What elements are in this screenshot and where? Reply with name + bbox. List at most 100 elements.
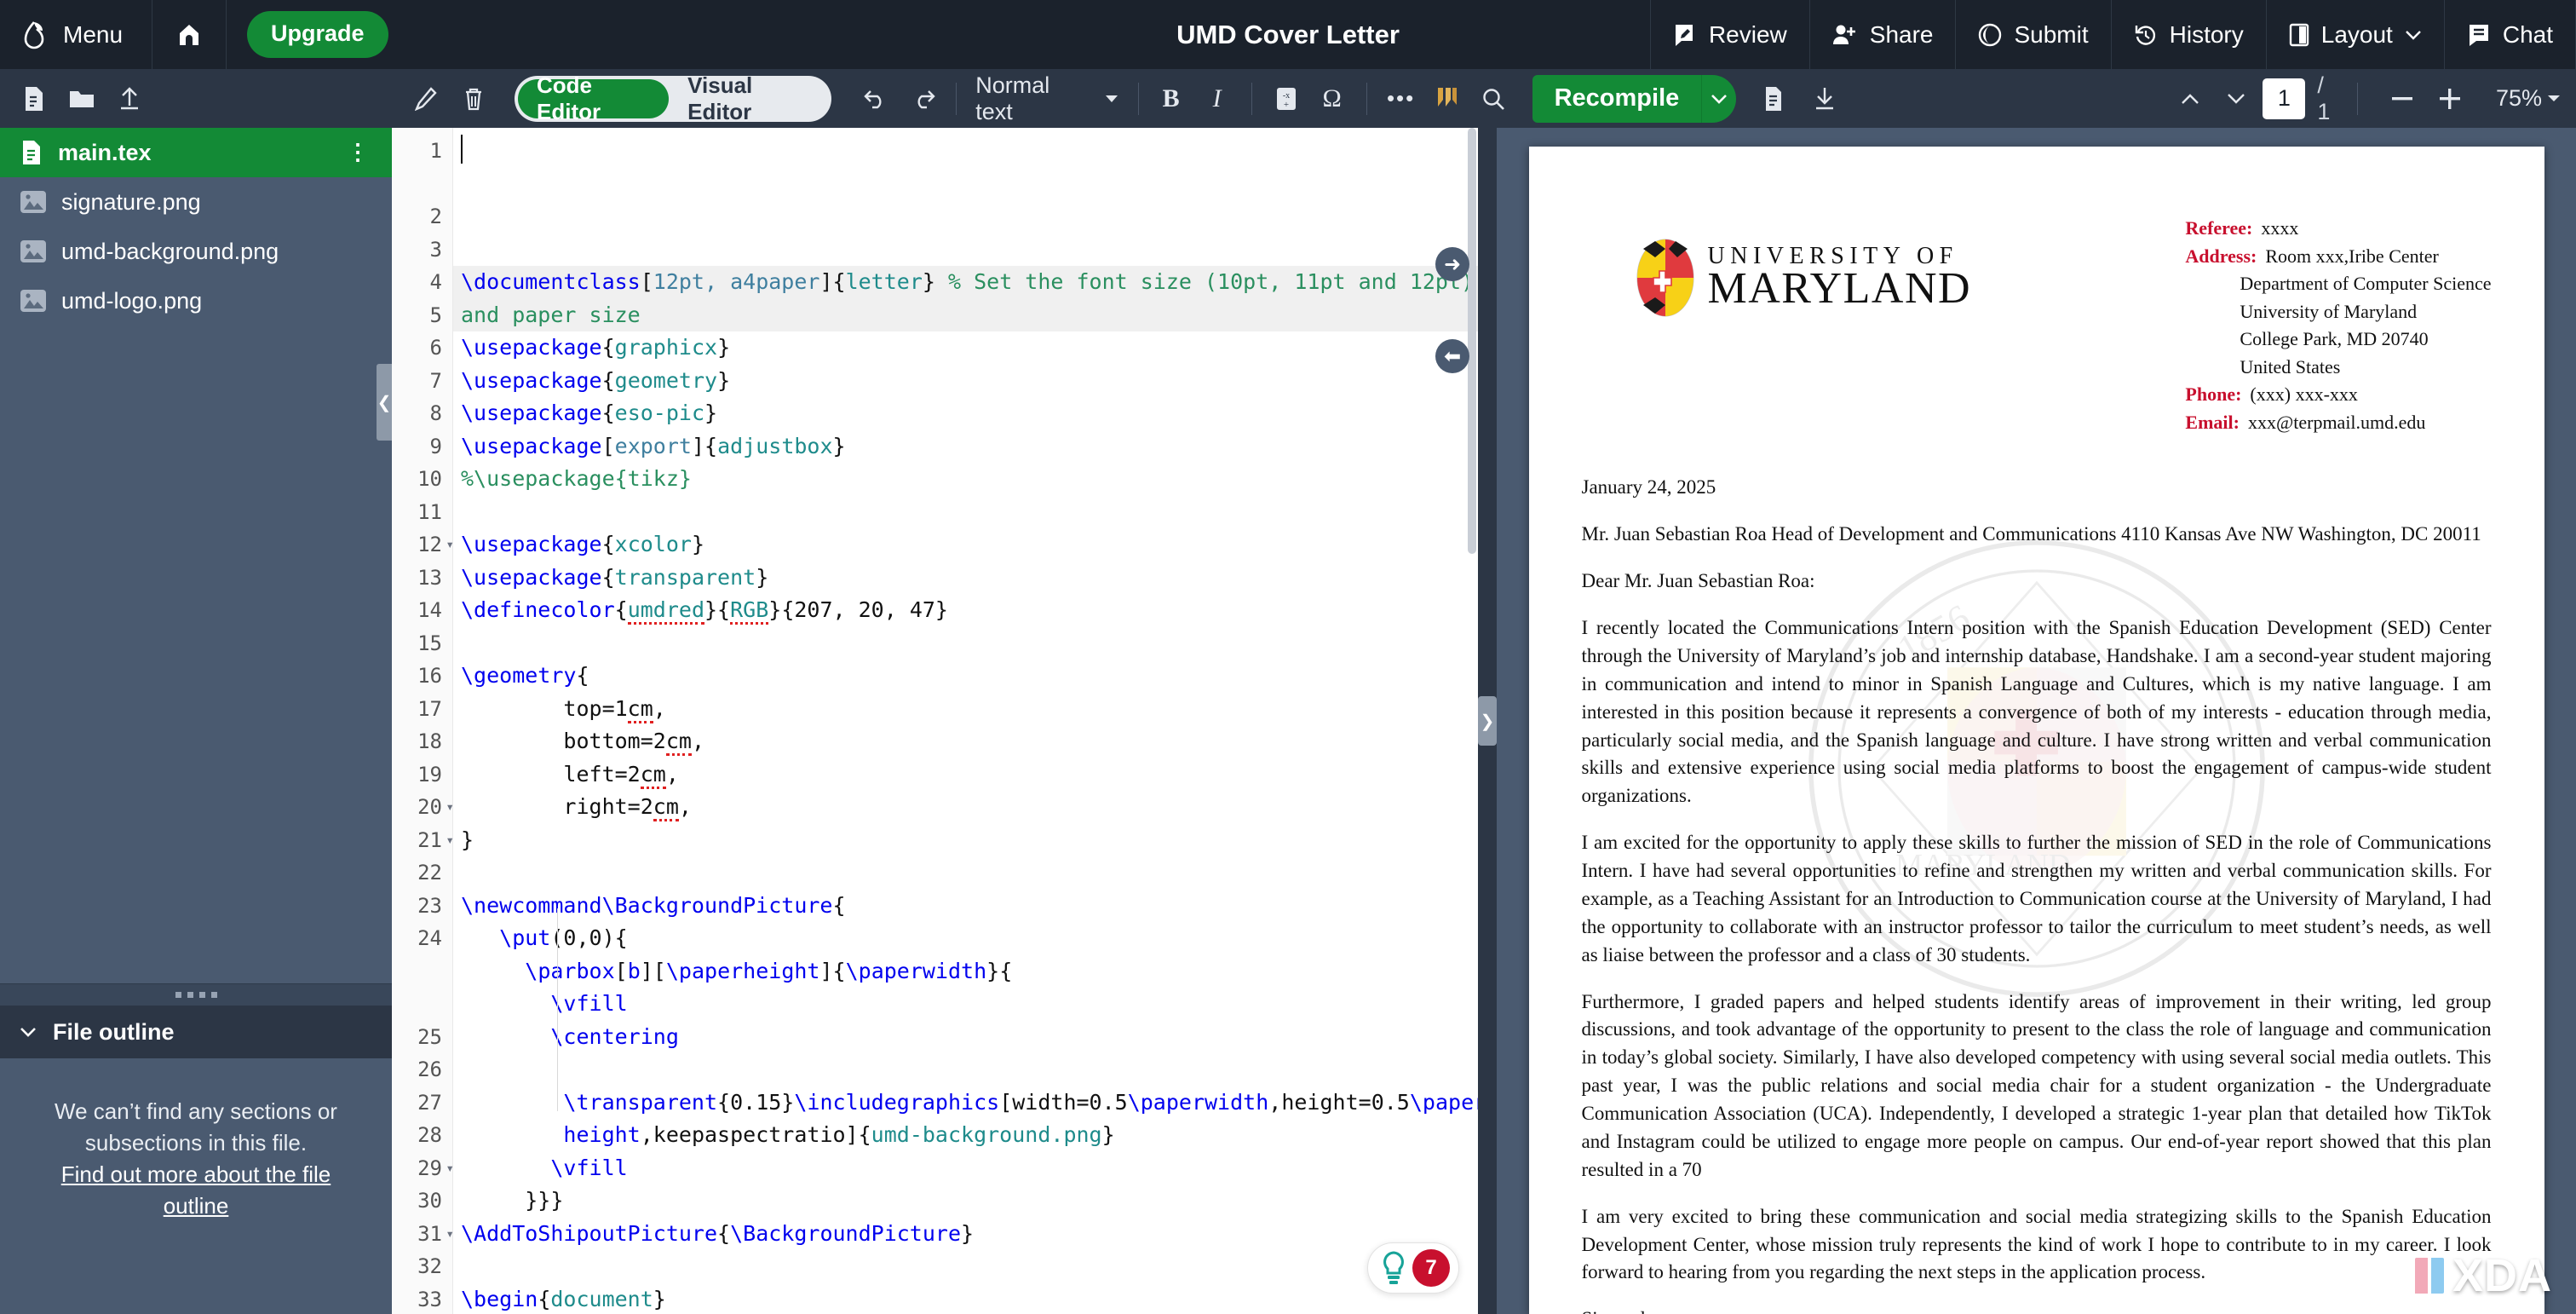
code-line[interactable]: \AddToShipoutPicture{\BackgroundPicture}	[453, 1218, 1478, 1251]
scrollbar-thumb[interactable]	[1468, 128, 1476, 554]
file-outline-header[interactable]: File outline	[0, 1006, 392, 1058]
zoom-in-button[interactable]	[2428, 77, 2472, 121]
pane-resize-divider[interactable]: ❯	[1478, 128, 1497, 1314]
code-line[interactable]: right=2cm,	[453, 791, 1478, 824]
zoom-level-select[interactable]: 75%	[2496, 85, 2576, 112]
math-button[interactable]: -x +	[1264, 77, 1308, 121]
text-style-select[interactable]: Normal text	[967, 72, 1127, 125]
bookmark-button[interactable]	[1425, 77, 1469, 121]
chat-button[interactable]: Chat	[2445, 0, 2576, 69]
code-content[interactable]: \documentclass[12pt, a4paper]{letter} % …	[453, 128, 1478, 1314]
code-line[interactable]: \vfill	[453, 988, 1478, 1021]
file-item-umd-logo-png[interactable]: umd-logo.png	[0, 276, 392, 326]
delete-button[interactable]	[451, 77, 496, 121]
tab-visual-editor[interactable]: Visual Editor	[669, 72, 828, 124]
line-number: 14	[417, 598, 442, 622]
file-item-main-tex[interactable]: main.tex ⋮	[0, 128, 392, 177]
code-editor-pane[interactable]: 1 2 3 4 5 6 7 8 9 10 11 12 ▾ 13 14 15 16 17 18 19 20 ▾ 21 ▾ 22 23…	[392, 128, 1478, 1314]
share-button[interactable]: Share	[1810, 0, 1957, 69]
code-line[interactable]: \usepackage{xcolor}	[453, 528, 1478, 562]
layout-button[interactable]: Layout	[2267, 0, 2445, 69]
sync-to-code-button[interactable]: ⬅	[1435, 339, 1469, 373]
file-item-umd-background-png[interactable]: umd-background.png	[0, 227, 392, 276]
view-logs-button[interactable]	[1751, 77, 1796, 121]
code-line[interactable]: \newcommand\BackgroundPicture{	[453, 890, 1478, 923]
bold-button[interactable]: B	[1149, 77, 1193, 121]
home-button[interactable]	[152, 0, 227, 69]
pane-divider-grip[interactable]: ❯	[1478, 696, 1497, 746]
code-line[interactable]: }}}	[453, 1184, 1478, 1218]
recompile-button[interactable]: Recompile	[1532, 74, 1702, 123]
editor-mode-switch[interactable]: Code Editor Visual Editor	[515, 72, 832, 124]
sync-to-pdf-button[interactable]: ➜	[1435, 247, 1469, 281]
download-pdf-button[interactable]	[1803, 77, 1847, 121]
code-line[interactable]	[453, 1053, 1478, 1086]
review-button[interactable]: Review	[1649, 0, 1810, 69]
line-number: 23	[417, 893, 442, 918]
sidebar-collapse-handle[interactable]: ❮	[377, 364, 392, 441]
line-number	[392, 955, 452, 988]
history-button[interactable]: History	[2112, 0, 2267, 69]
code-line[interactable]: \transparent{0.15}\includegraphics[width…	[453, 1086, 1478, 1120]
symbol-button[interactable]: Ω	[1310, 77, 1354, 121]
code-line[interactable]	[453, 1250, 1478, 1283]
undo-button[interactable]	[854, 77, 898, 121]
code-line[interactable]: \usepackage{transparent}	[453, 562, 1478, 595]
pdf-preview-pane[interactable]: 1856 MARYLAND UNIVERSITY OF MARYLAND Ref…	[1497, 128, 2576, 1314]
code-line[interactable]: \vfill	[453, 1152, 1478, 1185]
code-line[interactable]: and paper size	[453, 298, 1478, 331]
submit-button[interactable]: Submit	[1956, 0, 2112, 69]
new-file-button[interactable]	[12, 77, 56, 121]
code-line[interactable]: top=1cm,	[453, 693, 1478, 726]
sidebar-resize-handle[interactable]	[0, 983, 392, 1006]
image-file-icon	[20, 290, 46, 312]
tab-code-editor[interactable]: Code Editor	[518, 72, 670, 124]
new-folder-button[interactable]	[60, 77, 104, 121]
code-line[interactable]: \centering	[453, 1021, 1478, 1054]
code-line[interactable]: \usepackage[export]{adjustbox}	[453, 430, 1478, 464]
code-line[interactable]: \parbox[b][\paperheight]{\paperwidth}{	[453, 955, 1478, 988]
code-line[interactable]: \usepackage{eso-pic}	[453, 397, 1478, 430]
search-button[interactable]	[1471, 77, 1515, 121]
more-options-button[interactable]: •••	[1379, 77, 1423, 121]
file-item-signature-png[interactable]: signature.png	[0, 177, 392, 227]
upgrade-button[interactable]: Upgrade	[247, 11, 388, 58]
code-line[interactable]	[453, 496, 1478, 529]
recompile-options-button[interactable]	[1701, 74, 1736, 123]
code-line[interactable]: \definecolor{umdred}{RGB}{207, 20, 47}	[453, 594, 1478, 627]
line-number: 5	[429, 303, 442, 327]
contact-value: xxx@terpmail.umd.edu	[2247, 411, 2426, 433]
code-line[interactable]	[453, 627, 1478, 660]
zoom-controls	[2380, 77, 2472, 121]
file-outline-help-link[interactable]: Find out more about the file outline	[41, 1159, 351, 1222]
file-actions-menu-icon[interactable]: ⋮	[347, 141, 370, 163]
zoom-out-button[interactable]	[2380, 77, 2424, 121]
code-line[interactable]: %\usepackage{tikz}	[453, 463, 1478, 496]
menu-button[interactable]: Menu	[0, 0, 153, 69]
code-line[interactable]: }	[453, 824, 1478, 857]
code-line[interactable]: height,keepaspectratio]{umd-background.p…	[453, 1119, 1478, 1152]
line-number: 1	[429, 139, 442, 163]
rename-button[interactable]	[404, 77, 448, 121]
code-line[interactable]: \usepackage{geometry}	[453, 365, 1478, 398]
history-icon	[2134, 23, 2158, 47]
letter-body: January 24, 2025 Mr. Juan Sebastian Roa …	[1582, 474, 2492, 1314]
edit-tools-group	[404, 77, 496, 121]
line-number: 30	[417, 1189, 442, 1213]
code-line[interactable]: \begin{document}	[453, 1283, 1478, 1314]
code-line[interactable]: bottom=2cm,	[453, 725, 1478, 758]
code-line[interactable]: \usepackage{graphicx}	[453, 331, 1478, 365]
previous-page-button[interactable]	[2171, 77, 2210, 121]
code-line[interactable]: left=2cm,	[453, 758, 1478, 792]
italic-button[interactable]: I	[1195, 77, 1239, 121]
grammarly-widget[interactable]: 7	[1367, 1242, 1459, 1294]
page-number-input[interactable]	[2263, 78, 2306, 119]
code-line[interactable]: \geometry{	[453, 660, 1478, 693]
next-page-button[interactable]	[2217, 77, 2256, 121]
code-line[interactable]: \documentclass[12pt, a4paper]{letter} % …	[453, 266, 1478, 299]
redo-button[interactable]	[901, 77, 946, 121]
upload-button[interactable]	[107, 77, 152, 121]
code-line[interactable]	[453, 856, 1478, 890]
code-line[interactable]: \put(0,0){	[453, 922, 1478, 955]
editor-scrollbar[interactable]	[1466, 128, 1478, 1314]
